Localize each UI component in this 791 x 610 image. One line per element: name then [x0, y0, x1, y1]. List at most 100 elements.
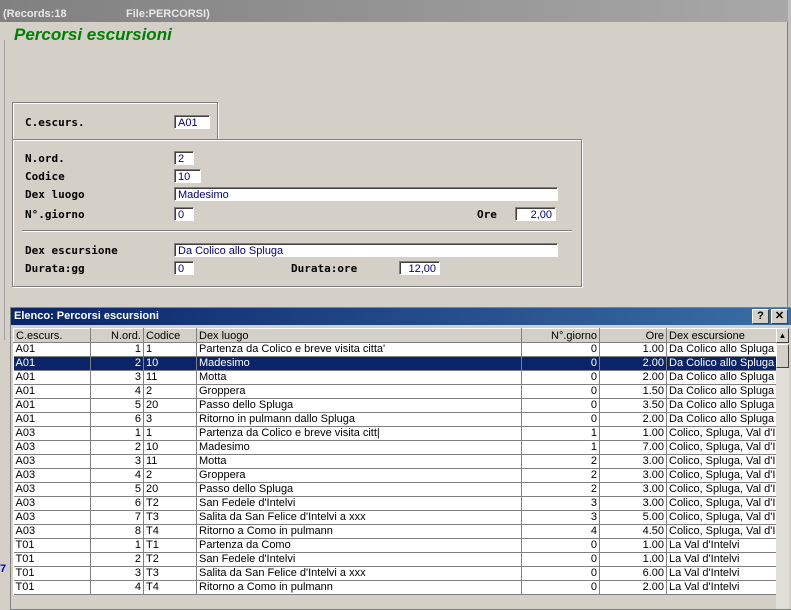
table-cell: Colico, Spluga, Val d'Ir	[666, 510, 783, 525]
table-cell: A03	[13, 468, 91, 483]
table-row[interactable]: A03 1 1 Partenza da Colico e breve visita c…	[13, 426, 783, 441]
table-row[interactable]: A03 6 T2 San Fedele d'Intelvi 3 3.00 Colico, S…	[13, 496, 783, 511]
table-row[interactable]: A03 4 2 Groppera 2 3.00 Colico, Spluga, Val d'…	[13, 468, 783, 483]
table-cell: 2.00	[599, 370, 667, 385]
dex-luogo-field[interactable]: Madesimo	[174, 187, 558, 201]
table-cell: 0	[521, 552, 600, 567]
help-button[interactable]: ?	[752, 309, 769, 324]
column-header[interactable]: C.escurs.	[13, 328, 91, 343]
table-cell: 4	[521, 524, 600, 539]
table-cell: A03	[13, 524, 91, 539]
dex-escursione-field[interactable]: Da Colico allo Spluga	[174, 243, 558, 257]
table-cell: A03	[13, 482, 91, 497]
table-cell: Colico, Spluga, Val d'Ir	[666, 482, 783, 497]
n-ord-label: N.ord.	[25, 152, 65, 165]
n-giorno-field[interactable]: 0	[174, 207, 194, 221]
table-cell: 3	[521, 496, 600, 511]
table-row[interactable]: A03 7 T3 Salita da San Felice d'Intelvi a x…	[13, 510, 783, 525]
table-cell: 4.50	[599, 524, 667, 539]
table-row[interactable]: A01 2 10 Madesimo 0 2.00 Da Colico allo Spluga	[13, 356, 783, 371]
table-cell: Ritorno in pulmann dallo Spluga	[196, 412, 522, 427]
column-header[interactable]: Ore	[599, 328, 667, 343]
table-cell: Colico, Spluga, Val d'Ir	[666, 440, 783, 455]
column-header[interactable]: Codice	[143, 328, 197, 343]
table-cell: Partenza da Colico e breve visita citt|	[196, 426, 522, 441]
table-cell: A03	[13, 510, 91, 525]
table-cell: 2	[143, 384, 197, 399]
column-header[interactable]: Dex escursione	[665, 328, 783, 343]
table-row[interactable]: T01 2 T2 San Fedele d'Intelvi 0 1.00 La Val d'…	[13, 552, 783, 567]
table-cell: 0	[521, 370, 600, 385]
table-row[interactable]: T01 1 T1 Partenza da Como 0 1.00 La Val d'Inte…	[13, 538, 783, 553]
table-row[interactable]: A01 4 2 Groppera 0 1.50 Da Colico allo Spluga	[13, 384, 783, 399]
table-cell: 3	[90, 454, 144, 469]
table-cell: Salita da San Felice d'Intelvi a xxx	[196, 510, 522, 525]
table-cell: Groppera	[196, 384, 522, 399]
column-header[interactable]: N.ord.	[90, 328, 144, 343]
table-cell: 0	[521, 398, 600, 413]
ore-field[interactable]: 2,00	[515, 207, 556, 221]
window-titlebar: (Records:18 File:PERCORSI)	[0, 0, 791, 22]
list-window: Elenco: Percorsi escursioni ? ✕ C.escurs…	[10, 307, 791, 610]
table-cell: 3.00	[599, 482, 667, 497]
durata-ore-field[interactable]: 12,00	[399, 261, 440, 275]
table-row[interactable]: T01 3 T3 Salita da San Felice d'Intelvi a x…	[13, 566, 783, 581]
table-cell: T01	[13, 566, 91, 581]
table-cell: 2	[90, 552, 144, 567]
close-button[interactable]: ✕	[771, 309, 788, 324]
scroll-up-arrow-icon[interactable]: ▲	[776, 328, 789, 343]
table-cell: 1	[521, 440, 600, 455]
table-cell: Partenza da Colico e breve visita citta'	[196, 342, 522, 357]
durata-gg-field[interactable]: 0	[174, 261, 194, 275]
ore-label: Ore	[477, 208, 497, 221]
column-header[interactable]: Dex luogo	[196, 328, 522, 343]
c-escurs-label: C.escurs.	[25, 116, 85, 129]
table-cell: 3.00	[599, 454, 667, 469]
table-cell: La Val d'Intelvi	[666, 580, 783, 595]
table-cell: Colico, Spluga, Val d'Ir	[666, 496, 783, 511]
table-cell: 3.50	[599, 398, 667, 413]
table-cell: 8	[90, 524, 144, 539]
table-cell: Passo dello Spluga	[196, 398, 522, 413]
table-cell: Da Colico allo Spluga	[666, 398, 783, 413]
table-cell: 0	[521, 566, 600, 581]
table-row[interactable]: A03 2 10 Madesimo 1 7.00 Colico, Spluga, Val d…	[13, 440, 783, 455]
table-cell: Motta	[196, 370, 522, 385]
table-row[interactable]: A01 6 3 Ritorno in pulmann dallo Spluga 0 2.0…	[13, 412, 783, 427]
table-row[interactable]: A01 1 1 Partenza da Colico e breve visita c…	[13, 342, 783, 357]
table-cell: 3.00	[599, 468, 667, 483]
table-row[interactable]: A01 5 20 Passo dello Spluga 0 3.50 Da Colico a…	[13, 398, 783, 413]
table-cell: Da Colico allo Spluga	[666, 356, 783, 371]
table-cell: 11	[143, 370, 197, 385]
c-escurs-field[interactable]: A01	[174, 115, 210, 129]
table-row[interactable]: A03 5 20 Passo dello Spluga 2 3.00 Colico, Spl…	[13, 482, 783, 497]
table-cell: A03	[13, 440, 91, 455]
table-cell: 0	[521, 356, 600, 371]
table-cell: Ritorno a Como in pulmann	[196, 524, 522, 539]
codice-field[interactable]: 10	[174, 169, 201, 183]
table-vertical-scrollbar[interactable]: ▲	[776, 328, 789, 609]
table-cell: Madesimo	[196, 356, 522, 371]
table-row[interactable]: A03 3 11 Motta 2 3.00 Colico, Spluga, Val d'Ir	[13, 454, 783, 469]
table-cell: 10	[143, 440, 197, 455]
table-cell: La Val d'Intelvi	[666, 552, 783, 567]
table-cell: 0	[521, 384, 600, 399]
n-ord-field[interactable]: 2	[174, 151, 194, 165]
table-row[interactable]: A01 3 11 Motta 0 2.00 Da Colico allo Spluga	[13, 370, 783, 385]
table-cell: Da Colico allo Spluga	[666, 342, 783, 357]
table-cell: 1	[90, 426, 144, 441]
codice-label: Codice	[25, 170, 65, 183]
scroll-thumb[interactable]	[776, 344, 789, 368]
table-cell: T2	[143, 496, 197, 511]
table-row[interactable]: A03 8 T4 Ritorno a Como in pulmann 4 4.50 Coli…	[13, 524, 783, 539]
table-cell: 5.00	[599, 510, 667, 525]
table-cell: 1.00	[599, 342, 667, 357]
column-header[interactable]: N°.giorno	[521, 328, 600, 343]
table-cell: Ritorno a Como in pulmann	[196, 580, 522, 595]
table-header-row: C.escurs. N.ord. Codice Dex luogo N°.giorno O…	[13, 328, 783, 343]
table-row[interactable]: T01 4 T4 Ritorno a Como in pulmann 0 2.00 La V…	[13, 580, 783, 595]
table-cell: 1.00	[599, 538, 667, 553]
list-window-title: Elenco: Percorsi escursioni	[14, 310, 159, 322]
table-cell: T4	[143, 524, 197, 539]
table-cell: Groppera	[196, 468, 522, 483]
